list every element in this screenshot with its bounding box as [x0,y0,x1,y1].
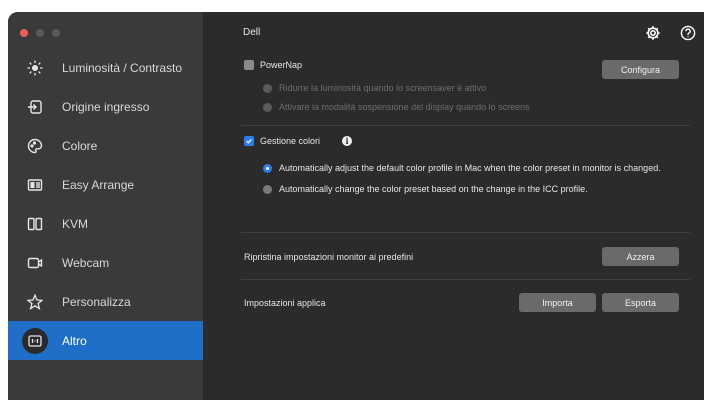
sidebar-item-label: Origine ingresso [62,99,150,114]
zoom-window-button[interactable] [52,29,60,37]
divider [241,232,690,233]
easy-arrange-icon [22,172,48,198]
page-title: Dell [243,27,261,38]
apply-settings-label: Impostazioni applica [244,298,326,308]
help-icon[interactable] [680,25,696,41]
close-window-button[interactable] [20,29,28,37]
kvm-icon [22,211,48,237]
info-icon[interactable]: i [342,136,353,146]
color-option-radio[interactable] [263,184,272,194]
minimize-window-button[interactable] [36,29,44,37]
color-option-change-preset[interactable]: Automatically change the color preset ba… [263,184,588,194]
color-management-label: Gestione colori [260,136,321,146]
palette-icon [22,133,48,159]
window-controls [20,29,60,37]
sidebar: Luminosità / Contrasto Origine ingresso … [8,12,203,400]
sidebar-item-label: Webcam [62,255,110,270]
configure-button[interactable]: Configura [602,60,679,79]
divider [241,125,690,126]
reset-button[interactable]: Azzera [602,247,679,266]
sidebar-item-other[interactable]: Altro [8,321,203,360]
divider [241,279,690,280]
sidebar-item-label: Easy Arrange [62,177,135,192]
webcam-icon [22,250,48,276]
color-option-label: Automatically adjust the default color p… [279,163,661,173]
sidebar-item-kvm[interactable]: KVM [8,204,203,243]
reset-row: Ripristina impostazioni monitor ai prede… [244,252,413,262]
sidebar-item-customize[interactable]: Personalizza [8,282,203,321]
powernap-option-label: Ridurre la luminosità quando lo screensa… [279,83,487,93]
powernap-option-sleep[interactable]: Attivare la modalità sospensione del dis… [263,102,530,112]
powernap-option-label: Attivare la modalità sospensione del dis… [279,102,530,112]
powernap-option-dim[interactable]: Ridurre la luminosità quando lo screensa… [263,83,486,93]
sidebar-item-label: Colore [62,138,98,153]
sidebar-item-input-source[interactable]: Origine ingresso [8,87,203,126]
main-panel: Dell PowerNap Configura Ridurre la lumin… [203,12,704,400]
sidebar-item-label: KVM [62,216,89,231]
sidebar-item-webcam[interactable]: Webcam [8,243,203,282]
powernap-label: PowerNap [260,60,303,70]
color-option-label: Automatically change the color preset ba… [279,184,588,194]
app-window: Luminosità / Contrasto Origine ingresso … [8,12,704,400]
color-management-checkbox-row[interactable]: Gestione colori i [244,136,353,146]
input-source-icon [22,94,48,120]
color-option-adjust-profile[interactable]: Automatically adjust the default color p… [263,163,661,173]
sidebar-item-label: Altro [62,333,87,348]
sidebar-item-brightness-contrast[interactable]: Luminosità / Contrasto [8,48,203,87]
sidebar-nav: Luminosità / Contrasto Origine ingresso … [8,48,203,360]
color-management-checkbox[interactable] [244,136,254,146]
sidebar-item-color[interactable]: Colore [8,126,203,165]
gear-icon[interactable] [645,25,661,41]
brightness-icon [22,55,48,81]
powernap-option-radio[interactable] [263,102,272,112]
import-button[interactable]: Importa [519,293,596,312]
powernap-option-radio[interactable] [263,83,272,93]
other-icon [22,327,48,354]
sidebar-item-easy-arrange[interactable]: Easy Arrange [8,165,203,204]
star-icon [22,289,48,315]
powernap-checkbox-row[interactable]: PowerNap [244,60,302,70]
sidebar-item-label: Personalizza [62,294,131,309]
apply-settings-row: Impostazioni applica [244,298,326,308]
color-option-radio[interactable] [263,163,272,173]
reset-label: Ripristina impostazioni monitor ai prede… [244,252,414,262]
export-button[interactable]: Esporta [602,293,679,312]
powernap-checkbox[interactable] [244,60,254,70]
sidebar-item-label: Luminosità / Contrasto [62,60,183,75]
